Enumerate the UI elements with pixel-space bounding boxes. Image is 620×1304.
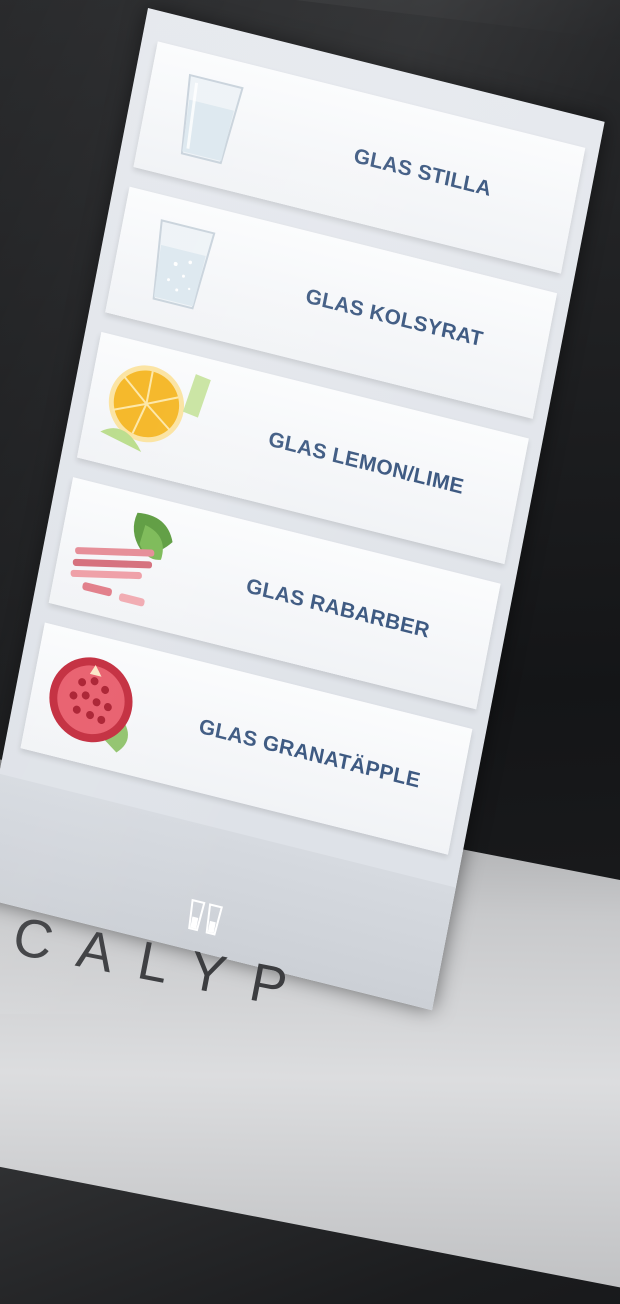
rhubarb-icon (60, 487, 188, 624)
sparkling-water-glass-icon (116, 197, 244, 334)
pomegranate-icon (32, 633, 160, 770)
still-water-glass-icon (145, 52, 273, 189)
lemon-lime-icon (88, 342, 216, 479)
